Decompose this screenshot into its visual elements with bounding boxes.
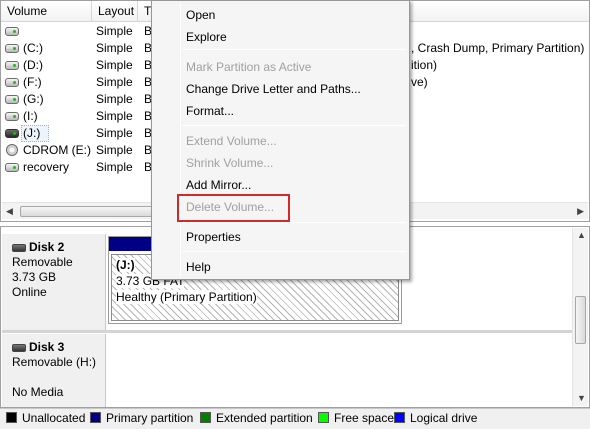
column-header-status[interactable]: [411, 1, 589, 22]
vertical-scrollbar[interactable]: ▲ ▼: [572, 228, 588, 406]
legend-item: Primary partition: [90, 409, 193, 428]
volume-layout: Simple: [96, 160, 133, 174]
disk-separator: [2, 330, 574, 333]
drive-icon: [5, 95, 19, 104]
menu-item-open[interactable]: Open: [186, 5, 215, 25]
volume-status: ve): [411, 75, 428, 89]
drive-icon: [5, 61, 19, 70]
legend-item: Logical drive: [394, 409, 477, 428]
menu-item-format[interactable]: Format...: [186, 101, 234, 121]
scroll-down-arrow-icon[interactable]: ▼: [577, 393, 586, 403]
volume-name: (J:): [23, 126, 41, 140]
volume-layout: Simple: [96, 75, 133, 89]
volume-name: (G:): [23, 92, 44, 106]
disk-kind: Removable: [12, 255, 73, 269]
removable-disk-icon: [12, 243, 26, 252]
drive-icon: [5, 44, 19, 53]
scroll-up-arrow-icon[interactable]: ▲: [577, 230, 586, 240]
context-menu[interactable]: Open Explore Mark Partition as Active Ch…: [151, 0, 410, 280]
volume-name: (D:): [23, 58, 43, 72]
legend-item: Unallocated: [6, 409, 85, 428]
volume-layout: Simple: [96, 143, 133, 157]
disk-state: No Media: [12, 385, 64, 399]
volume-name: (F:): [23, 75, 42, 89]
disk-3-info[interactable]: Disk 3 Removable (H:) No Media: [2, 334, 106, 407]
removable-disk-icon: [12, 343, 26, 352]
menu-separator: [182, 125, 406, 126]
menu-item-extend-volume: Extend Volume...: [186, 134, 277, 148]
volume-status: , Crash Dump, Primary Partition): [411, 41, 585, 55]
volume-layout: Simple: [96, 58, 133, 72]
volume-name: recovery: [23, 160, 70, 174]
volume-name: (C:): [23, 41, 43, 55]
scrollbar-thumb[interactable]: [575, 296, 586, 344]
menu-item-mark-partition-active: Mark Partition as Active: [186, 60, 312, 74]
disk-kind: Removable (H:): [12, 355, 97, 369]
disk-name: Disk 3: [29, 340, 65, 354]
legend-item: Extended partition: [200, 409, 313, 428]
removable-drive-icon: [5, 129, 19, 138]
menu-separator: [182, 222, 406, 223]
menu-item-help[interactable]: Help: [186, 257, 211, 277]
column-header-layout[interactable]: Layout: [92, 1, 138, 22]
volume-layout: Simple: [96, 126, 133, 140]
drive-icon: [5, 78, 19, 87]
menu-item-add-mirror[interactable]: Add Mirror...: [186, 175, 251, 195]
disk-name: Disk 2: [29, 240, 65, 254]
legend-swatch: [200, 412, 211, 423]
menu-gutter: [180, 3, 181, 277]
partition-status: Healthy (Primary Partition): [116, 290, 257, 304]
legend-swatch: [318, 412, 329, 423]
drive-icon: [5, 27, 19, 36]
scroll-left-arrow-icon[interactable]: ◀: [6, 206, 13, 217]
legend-swatch: [90, 412, 101, 423]
volume-layout: Simple: [96, 109, 133, 123]
column-header-volume[interactable]: Volume: [1, 1, 92, 22]
legend-swatch: [6, 412, 17, 423]
drive-icon: [5, 112, 19, 121]
menu-item-change-drive-letter[interactable]: Change Drive Letter and Paths...: [186, 79, 361, 99]
volume-layout: Simple: [96, 41, 133, 55]
volume-name: (I:): [23, 109, 38, 123]
cdrom-icon: [6, 144, 18, 156]
scrollbar-thumb[interactable]: [20, 206, 170, 217]
partition-label: (J:): [116, 258, 135, 272]
menu-separator: [182, 251, 406, 252]
menu-item-shrink-volume: Shrink Volume...: [186, 156, 274, 170]
disk-state: Online: [12, 285, 47, 299]
menu-item-properties[interactable]: Properties: [186, 227, 241, 247]
legend-swatch: [394, 412, 405, 423]
legend-item: Free space: [318, 409, 394, 428]
disk-size: 3.73 GB: [12, 270, 57, 284]
menu-separator: [182, 49, 406, 50]
disk-2-info[interactable]: Disk 2 Removable 3.73 GB Online: [2, 234, 106, 330]
delete-volume-highlight-box: [177, 194, 290, 222]
volume-layout: Simple: [96, 24, 133, 38]
volume-name: CDROM (E:): [23, 143, 91, 157]
scroll-right-arrow-icon[interactable]: ▶: [577, 206, 584, 217]
drive-icon: [5, 163, 19, 172]
legend-bar: Unallocated Primary partition Extended p…: [0, 408, 590, 429]
menu-item-explore[interactable]: Explore: [186, 27, 227, 47]
volume-status: ition): [411, 58, 438, 72]
volume-layout: Simple: [96, 92, 133, 106]
